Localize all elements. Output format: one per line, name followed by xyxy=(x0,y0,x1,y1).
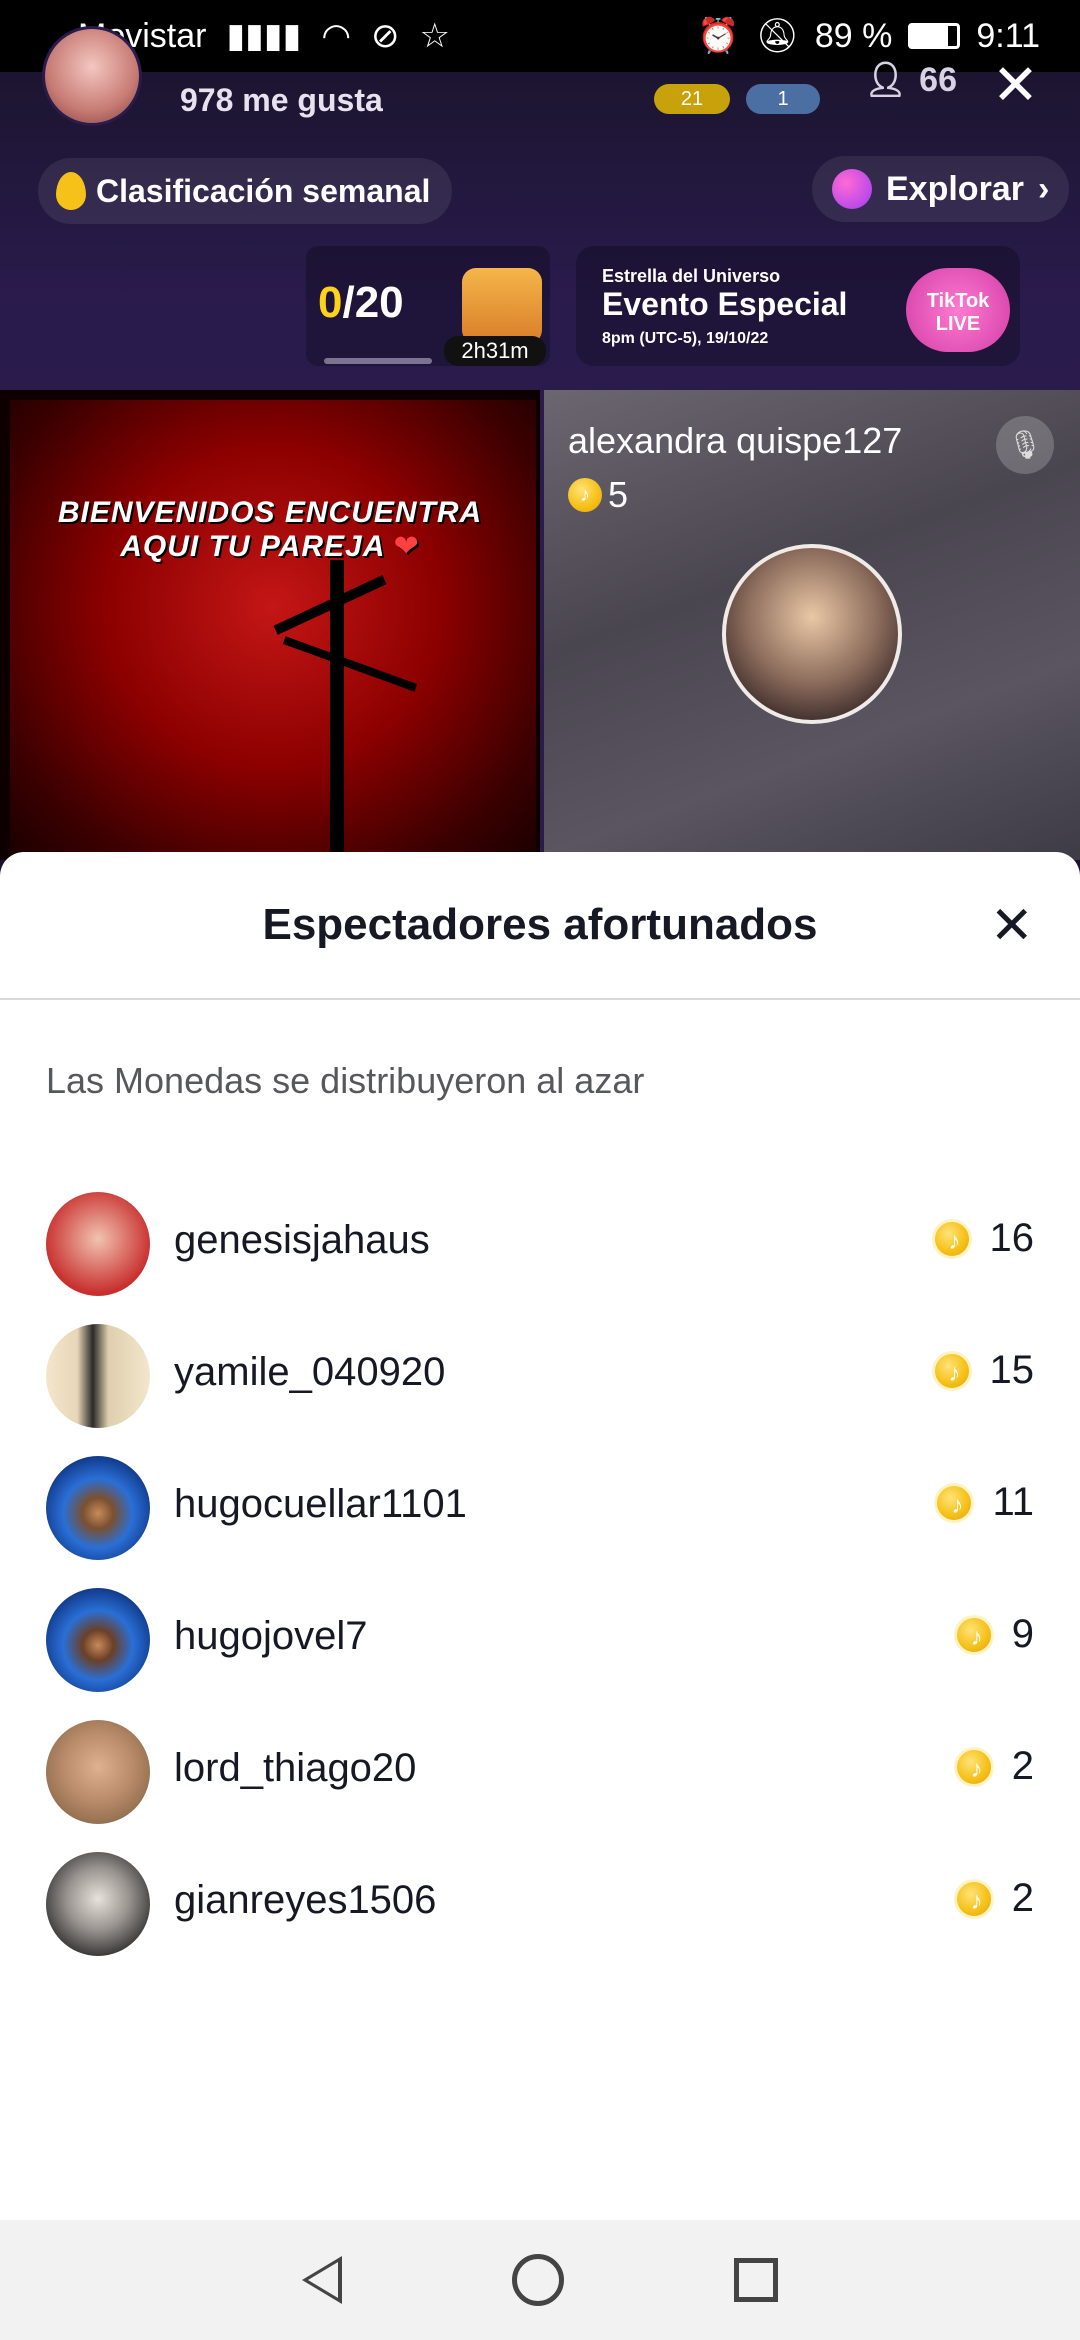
guest-name: alexandra quispe127 xyxy=(568,420,903,461)
username[interactable]: yamile_040920 xyxy=(174,1350,445,1395)
divider xyxy=(0,998,1080,1000)
battery-icon xyxy=(908,23,961,49)
tiktok-live-logo: TikTok LIVE xyxy=(906,268,1010,352)
event-date: 8pm (UTC-5), 19/10/22 xyxy=(602,330,769,347)
alarm-icon: ⏰ xyxy=(697,17,740,55)
coin-icon xyxy=(568,478,602,512)
list-item[interactable]: hugocuellar1101 11 xyxy=(0,1442,1080,1574)
coins-amount: 2 xyxy=(953,1744,1034,1790)
coin-icon xyxy=(953,1878,997,1922)
app-notification-icon: ⊘ xyxy=(370,17,400,55)
host-avatar[interactable] xyxy=(42,26,142,126)
event-subtitle: Estrella del Universo xyxy=(602,266,781,286)
avatar[interactable] xyxy=(46,1852,150,1956)
recent-apps-icon[interactable] xyxy=(734,2258,778,2302)
close-icon[interactable]: ✕ xyxy=(990,896,1034,956)
good-morning-mug-icon xyxy=(462,268,542,344)
coin-icon xyxy=(953,1614,997,1658)
viewer-count-value: 66 xyxy=(919,60,957,99)
host-likes: 978 me gusta xyxy=(180,82,383,118)
coins-value: 15 xyxy=(989,1348,1035,1392)
coins-amount: 9 xyxy=(953,1612,1034,1658)
planet-icon xyxy=(832,169,872,209)
goal-progress-bar xyxy=(324,358,432,364)
avatar[interactable] xyxy=(46,1324,150,1428)
coins-amount: 2 xyxy=(953,1876,1034,1922)
username[interactable]: lord_thiago20 xyxy=(174,1746,416,1791)
person-icon: 👤︎ xyxy=(864,61,908,99)
mute-icon: 🔕︎ xyxy=(755,17,799,55)
list-item[interactable]: genesisjahaus 16 xyxy=(0,1178,1080,1310)
coins-value: 9 xyxy=(1011,1612,1034,1656)
explore-button[interactable]: Explorar › xyxy=(812,156,1070,222)
avatar[interactable] xyxy=(46,1588,150,1692)
flame-icon xyxy=(56,172,86,210)
viewer-count[interactable]: 👤︎ 66 xyxy=(864,60,957,100)
mic-muted-icon[interactable]: 🎙︎ xyxy=(996,416,1054,474)
coins-value: 16 xyxy=(989,1216,1035,1260)
avatar[interactable] xyxy=(46,1192,150,1296)
goal-total: /20 xyxy=(342,278,404,327)
coin-icon xyxy=(934,1482,977,1526)
coins-value: 2 xyxy=(1011,1876,1034,1920)
username[interactable]: gianreyes1506 xyxy=(174,1878,436,1923)
chevron-right-icon: › xyxy=(1037,169,1050,208)
heart-icon: ❤ xyxy=(393,530,420,563)
host-video-frame xyxy=(10,400,536,860)
list-item[interactable]: gianreyes1506 2 xyxy=(0,1838,1080,1970)
coins-amount: 11 xyxy=(934,1480,1034,1526)
lucky-viewers-sheet: Espectadores afortunados ✕ Las Monedas s… xyxy=(0,852,1080,2340)
weekly-ranking-button[interactable]: Clasificación semanal xyxy=(38,158,453,224)
sheet-subtitle: Las Monedas se distribuyeron al azar xyxy=(46,1060,645,1101)
coin-icon xyxy=(931,1218,975,1262)
coins-amount: 16 xyxy=(931,1216,1035,1262)
host-info[interactable]: 978 me gusta xyxy=(30,26,460,128)
signal-icon: ▮▮▮▮ xyxy=(226,17,302,55)
guest-coins: 5 xyxy=(568,474,628,516)
weekly-ranking-label: Clasificación semanal xyxy=(96,172,431,209)
home-icon[interactable] xyxy=(512,2254,564,2306)
coins-amount: 15 xyxy=(931,1348,1035,1394)
battery-percent: 89 % xyxy=(814,16,893,55)
top-gifter-badge-gold[interactable]: 21 xyxy=(654,84,730,114)
welcome-overlay-text: BIENVENIDOS ENCUENTRA AQUI TU PAREJA ❤ xyxy=(40,496,500,564)
viewer-list: genesisjahaus 16 yamile_040920 15 hugocu… xyxy=(0,1178,1080,1970)
close-live-icon[interactable]: ✕ xyxy=(992,52,1039,118)
clock: 9:11 xyxy=(976,16,1040,55)
list-item[interactable]: hugojovel7 9 xyxy=(0,1574,1080,1706)
back-icon[interactable] xyxy=(302,2256,342,2304)
explore-label: Explorar xyxy=(886,169,1024,208)
top-gifter-badge-blue[interactable]: 1 xyxy=(746,84,820,114)
username[interactable]: genesisjahaus xyxy=(174,1218,430,1263)
system-nav-bar xyxy=(0,2220,1080,2340)
goal-counter: 0/20 xyxy=(318,278,404,328)
guest-avatar[interactable] xyxy=(722,544,902,724)
coin-icon xyxy=(931,1350,975,1394)
coin-icon xyxy=(953,1746,997,1790)
goal-timer: 2h31m xyxy=(444,336,546,366)
avatar[interactable] xyxy=(46,1720,150,1824)
goal-current: 0 xyxy=(318,278,343,327)
username[interactable]: hugojovel7 xyxy=(174,1614,368,1659)
wifi-icon: ◠ xyxy=(321,17,351,55)
guest-coins-value: 5 xyxy=(608,474,629,515)
star-icon: ☆ xyxy=(419,17,450,55)
coins-value: 11 xyxy=(992,1480,1034,1524)
username[interactable]: hugocuellar1101 xyxy=(174,1482,467,1527)
list-item[interactable]: lord_thiago20 2 xyxy=(0,1706,1080,1838)
avatar[interactable] xyxy=(46,1456,150,1560)
event-title: Evento Especial xyxy=(602,286,848,322)
sheet-title: Espectadores afortunados xyxy=(262,900,818,949)
list-item[interactable]: yamile_040920 15 xyxy=(0,1310,1080,1442)
coins-value: 2 xyxy=(1011,1744,1034,1788)
